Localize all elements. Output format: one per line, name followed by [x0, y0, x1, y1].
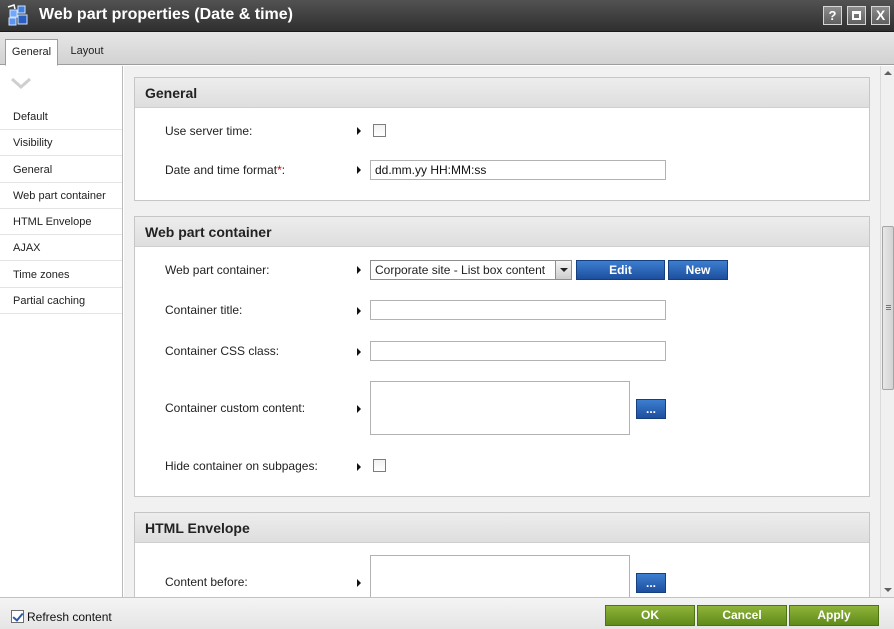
container-select-value: Corporate site - List box content: [375, 263, 546, 277]
content-before-row: Content before: ...: [135, 555, 869, 597]
category-nav: Default Visibility General Web part cont…: [0, 66, 123, 597]
container-css-row: Container CSS class:: [135, 341, 869, 363]
date-format-field[interactable]: dd.mm.yy HH:MM:ss: [370, 160, 666, 180]
container-row: Web part container: Corporate site - Lis…: [135, 260, 869, 282]
scrollbar-thumb[interactable]: [882, 226, 894, 390]
date-format-row: Date and time format*: dd.mm.yy HH:MM:ss: [135, 159, 869, 181]
container-title-field[interactable]: [370, 300, 666, 320]
section-title-container: Web part container: [135, 217, 869, 247]
chevron-down-icon[interactable]: [555, 261, 571, 279]
content-before-label: Content before:: [165, 575, 248, 589]
date-format-label: Date and time format*:: [165, 163, 285, 177]
use-server-time-checkbox[interactable]: [373, 124, 386, 137]
date-format-label-text: Date and time format: [165, 163, 278, 177]
container-custom-content-field[interactable]: [370, 381, 630, 435]
tab-strip: General Layout: [0, 32, 894, 66]
section-html-envelope: HTML Envelope Content before: ...: [134, 512, 870, 597]
date-format-label-colon: :: [281, 163, 286, 177]
expand-arrow-icon[interactable]: [357, 127, 361, 135]
help-icon: ?: [828, 8, 837, 23]
nav-item-time-zones[interactable]: Time zones: [0, 262, 122, 288]
ok-button[interactable]: OK: [605, 605, 695, 626]
use-server-time-label: Use server time:: [165, 124, 253, 138]
expand-arrow-icon[interactable]: [357, 166, 361, 174]
apply-button[interactable]: Apply: [789, 605, 879, 626]
vertical-scrollbar[interactable]: [880, 66, 894, 597]
tab-general[interactable]: General: [5, 39, 58, 66]
hide-container-label: Hide container on subpages:: [165, 459, 318, 473]
collapse-chevron-icon[interactable]: [10, 74, 32, 92]
hide-container-row: Hide container on subpages:: [135, 457, 869, 477]
section-general: General Use server time: Date and time f…: [134, 77, 870, 201]
nav-item-html-envelope[interactable]: HTML Envelope: [0, 209, 122, 235]
scroll-up-arrow-icon[interactable]: [881, 66, 894, 80]
section-title-envelope: HTML Envelope: [135, 513, 869, 543]
tab-layout[interactable]: Layout: [62, 39, 112, 65]
dialog-footer: Refresh content OK Cancel Apply: [0, 597, 894, 629]
container-css-field[interactable]: [370, 341, 666, 361]
nav-item-general[interactable]: General: [0, 157, 122, 183]
new-container-button[interactable]: New: [668, 260, 728, 280]
content-before-field[interactable]: [370, 555, 630, 597]
help-button[interactable]: ?: [823, 6, 842, 25]
custom-content-editor-button[interactable]: ...: [636, 399, 666, 419]
nav-item-default[interactable]: Default: [0, 104, 122, 130]
expand-arrow-icon[interactable]: [357, 579, 361, 587]
hide-container-checkbox[interactable]: [373, 459, 386, 472]
refresh-content-checkbox[interactable]: [11, 610, 24, 623]
properties-panel: General Use server time: Date and time f…: [124, 66, 880, 597]
web-part-icon: [7, 4, 28, 26]
cancel-button[interactable]: Cancel: [697, 605, 787, 626]
nav-item-visibility[interactable]: Visibility: [0, 130, 122, 156]
scroll-down-arrow-icon[interactable]: [881, 583, 894, 597]
edit-container-button[interactable]: Edit: [576, 260, 665, 280]
title-bar: Web part properties (Date & time) ? X: [0, 0, 894, 32]
content-before-editor-button[interactable]: ...: [636, 573, 666, 593]
expand-arrow-icon[interactable]: [357, 348, 361, 356]
container-css-label: Container CSS class:: [165, 344, 280, 358]
refresh-content-label[interactable]: Refresh content: [27, 610, 112, 624]
nav-item-ajax[interactable]: AJAX: [0, 235, 122, 261]
container-select[interactable]: Corporate site - List box content: [370, 260, 572, 280]
container-label: Web part container:: [165, 263, 270, 277]
section-title-general: General: [135, 78, 869, 108]
use-server-time-row: Use server time:: [135, 122, 869, 142]
expand-arrow-icon[interactable]: [357, 266, 361, 274]
close-button[interactable]: X: [871, 6, 890, 25]
nav-item-partial-caching[interactable]: Partial caching: [0, 288, 122, 314]
window-title: Web part properties (Date & time): [39, 6, 293, 23]
container-custom-content-label: Container custom content:: [165, 401, 306, 415]
close-icon: X: [875, 7, 886, 23]
maximize-icon: [852, 11, 861, 20]
expand-arrow-icon[interactable]: [357, 307, 361, 315]
expand-arrow-icon[interactable]: [357, 463, 361, 471]
container-title-row: Container title:: [135, 300, 869, 322]
maximize-button[interactable]: [847, 6, 866, 25]
container-title-label: Container title:: [165, 303, 243, 317]
expand-arrow-icon[interactable]: [357, 405, 361, 413]
nav-item-web-part-container[interactable]: Web part container: [0, 183, 122, 209]
container-custom-content-row: Container custom content: ...: [135, 381, 869, 437]
section-web-part-container: Web part container Web part container: C…: [134, 216, 870, 497]
